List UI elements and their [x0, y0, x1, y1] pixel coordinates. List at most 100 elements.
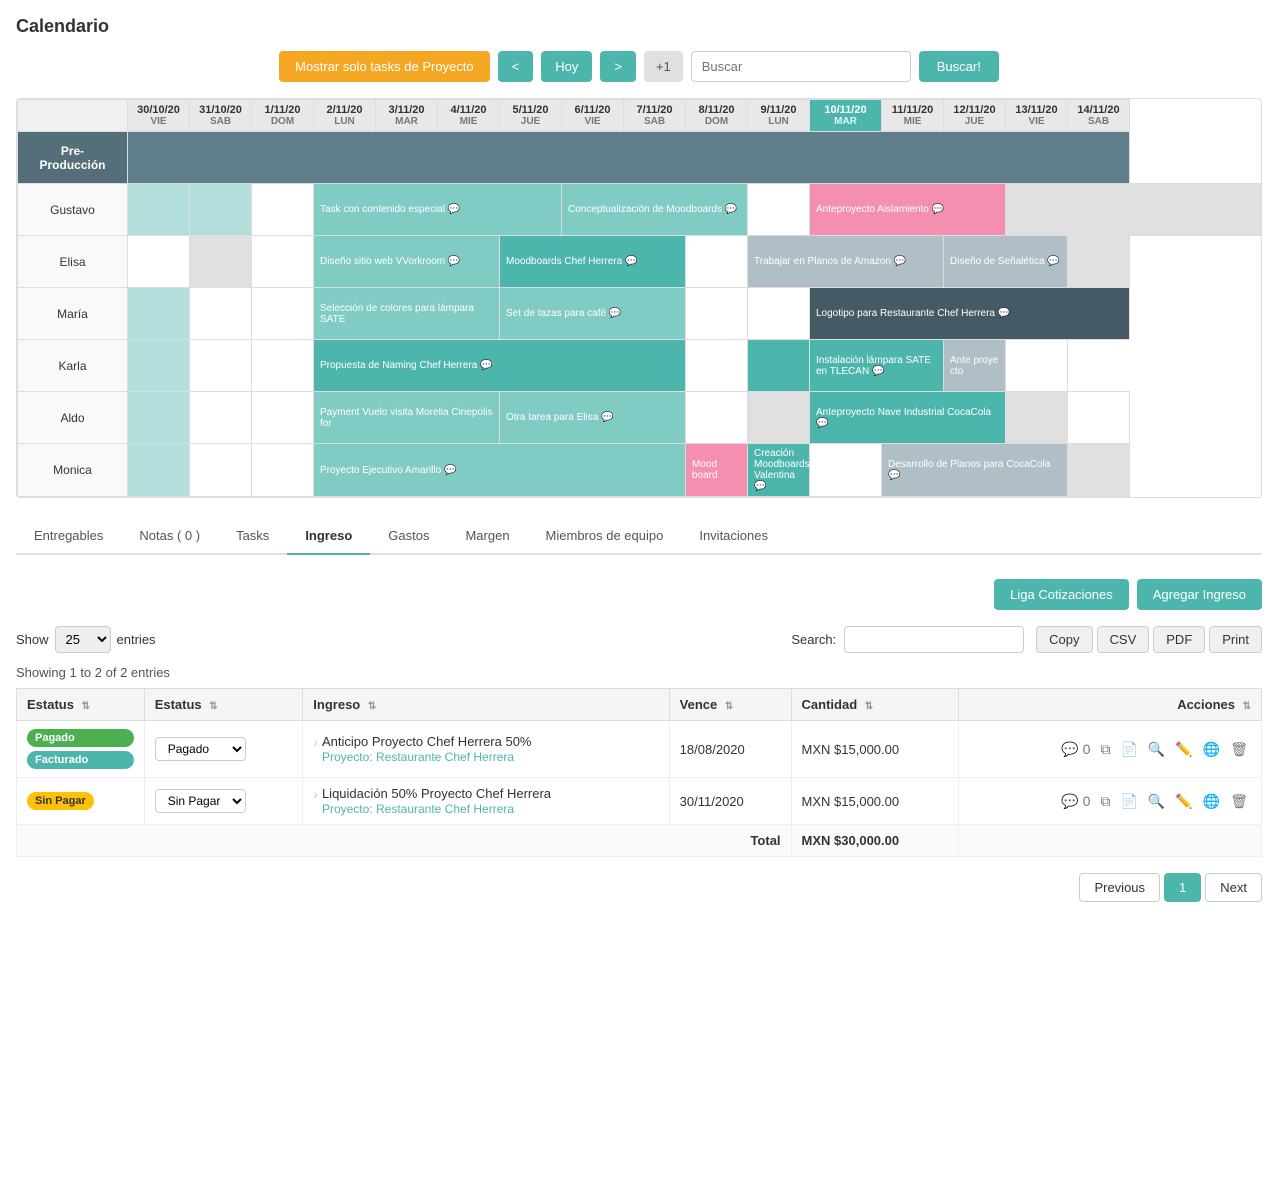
- gustavo-cell-task1: Task con contenido especial 💬: [314, 184, 562, 236]
- search-label: Search:: [791, 632, 836, 647]
- ingreso-title-cell-1: › Anticipo Proyecto Chef Herrera 50% Pro…: [303, 721, 669, 778]
- col-header-12: 11/11/20 MIE: [882, 100, 944, 132]
- comment-btn-1[interactable]: 💬 0: [1058, 738, 1093, 761]
- pdf-button[interactable]: PDF: [1153, 626, 1205, 653]
- plus-one-button[interactable]: +1: [644, 51, 683, 82]
- globe-btn-1[interactable]: 🌐: [1200, 738, 1223, 761]
- previous-button[interactable]: Previous: [1079, 873, 1160, 902]
- tab-miembros[interactable]: Miembros de equipo: [528, 518, 682, 555]
- entries-info: Showing 1 to 2 of 2 entries: [16, 665, 1262, 680]
- copy-button[interactable]: Copy: [1036, 626, 1092, 653]
- gustavo-cell-gray2: [1130, 184, 1261, 236]
- col-vence: Vence ⇅: [669, 689, 791, 721]
- tab-notas[interactable]: Notas ( 0 ): [121, 518, 218, 555]
- karla-cell-empty: [686, 340, 748, 392]
- calendar-search-input[interactable]: [691, 51, 911, 82]
- today-button[interactable]: Hoy: [541, 51, 592, 82]
- calendar-row-preproduccion: Pre-Producción: [18, 132, 1261, 184]
- tabs-bar: Entregables Notas ( 0 ) Tasks Ingreso Ga…: [16, 518, 1262, 555]
- globe-btn-2[interactable]: 🌐: [1200, 790, 1223, 813]
- delete-btn-1[interactable]: 🗑: [1227, 738, 1251, 761]
- calendar-row-karla: Karla Propuesta de Naming Chef Herrera 💬…: [18, 340, 1261, 392]
- edit-btn-2[interactable]: ✏️: [1172, 790, 1195, 813]
- aldo-cell-otra: Otra tarea para Elisa 💬: [500, 392, 686, 444]
- project-link-1[interactable]: Proyecto: Restaurante Chef Herrera: [322, 750, 514, 764]
- doc-btn-1[interactable]: 📄: [1117, 738, 1140, 761]
- table-search-row: Search:: [791, 626, 1024, 653]
- copy-action-btn-2[interactable]: ⧉: [1097, 790, 1113, 813]
- calendar-toolbar: Mostrar solo tasks de Proyecto < Hoy > +…: [16, 51, 1262, 82]
- maria-cell-logotipo: Logotipo para Restaurante Chef Herrera 💬: [810, 288, 1130, 340]
- tab-entregables[interactable]: Entregables: [16, 518, 121, 555]
- show-entries: Show 25 50 100 entries: [16, 626, 156, 653]
- search-action-btn-1[interactable]: 🔍: [1145, 738, 1168, 761]
- filter-button[interactable]: Mostrar solo tasks de Proyecto: [279, 51, 489, 82]
- copy-action-btn-1[interactable]: ⧉: [1097, 738, 1113, 761]
- status-dropdown-cell-2: Sin Pagar Pagado: [144, 778, 303, 825]
- tab-tasks[interactable]: Tasks: [218, 518, 287, 555]
- aldo-cell-empty: [686, 392, 748, 444]
- monica-cell-end: [1068, 444, 1130, 497]
- row-label-preproduccion: Pre-Producción: [18, 132, 128, 184]
- status-dropdown-cell-1: Pagado Sin Pagar: [144, 721, 303, 778]
- expand-icon-2[interactable]: ›: [313, 786, 318, 802]
- gustavo-cell-empty: [748, 184, 810, 236]
- comment-btn-2[interactable]: 💬 0: [1058, 790, 1093, 813]
- next-button[interactable]: Next: [1205, 873, 1262, 902]
- col-header-14: 13/11/20 VIE: [1006, 100, 1068, 132]
- prev-calendar-button[interactable]: <: [498, 51, 534, 82]
- table-row: Sin Pagar Sin Pagar Pagado › Liquidación…: [17, 778, 1262, 825]
- tab-gastos[interactable]: Gastos: [370, 518, 447, 555]
- liga-cotizaciones-button[interactable]: Liga Cotizaciones: [994, 579, 1129, 610]
- aldo-cell-payment: Payment Vuelo visita Morelia Cinepolis f…: [314, 392, 500, 444]
- maria-cell-tazas: Set de tazas para café 💬: [500, 288, 686, 340]
- col-header-9: 7/11/20 SAB: [624, 100, 686, 132]
- badge-pagado: Pagado: [27, 729, 134, 747]
- print-button[interactable]: Print: [1209, 626, 1262, 653]
- col-header-8: 6/11/20 VIE: [562, 100, 624, 132]
- total-label: Total: [17, 825, 792, 857]
- doc-btn-2[interactable]: 📄: [1117, 790, 1140, 813]
- entries-label: entries: [117, 632, 156, 647]
- calendar-section: 30/10/20 VIE 31/10/20 SAB 1/11/20 DOM 2/…: [16, 98, 1262, 498]
- tab-margen[interactable]: Margen: [447, 518, 527, 555]
- calendar-row-maria: María Selección de colores para lámpara …: [18, 288, 1261, 340]
- expand-icon-1[interactable]: ›: [313, 734, 318, 750]
- col-header-11: 9/11/20 LUN: [748, 100, 810, 132]
- calendar-row-elisa: Elisa Diseño sitio web VVorkroom 💬 Moodb…: [18, 236, 1261, 288]
- status-select-2[interactable]: Sin Pagar Pagado: [155, 789, 246, 813]
- maria-cell-empty2: [748, 288, 810, 340]
- search-button[interactable]: Buscar!: [919, 51, 999, 82]
- maria-cell-seleccion: Selección de colores para lámpara SATE: [314, 288, 500, 340]
- cantidad-cell-1: MXN $15,000.00: [791, 721, 959, 778]
- tab-ingreso[interactable]: Ingreso: [287, 518, 370, 555]
- project-link-2[interactable]: Proyecto: Restaurante Chef Herrera: [322, 802, 514, 816]
- tab-invitaciones[interactable]: Invitaciones: [681, 518, 786, 555]
- col-header-today: 10/11/20 MAR: [810, 100, 882, 132]
- monica-cell-empty: [810, 444, 882, 497]
- col-header-4: 2/11/20 LUN: [314, 100, 376, 132]
- table-search-input[interactable]: [844, 626, 1024, 653]
- acciones-cell-1: 💬 0 ⧉ 📄 🔍 ✏️ 🌐 🗑: [959, 721, 1262, 778]
- show-label: Show: [16, 632, 49, 647]
- col-header-5: 3/11/20 MAR: [376, 100, 438, 132]
- csv-button[interactable]: CSV: [1097, 626, 1150, 653]
- col-header-6: 4/11/20 MIE: [438, 100, 500, 132]
- agregar-ingreso-button[interactable]: Agregar Ingreso: [1137, 579, 1262, 610]
- next-calendar-button[interactable]: >: [600, 51, 636, 82]
- ingreso-title-1: Anticipo Proyecto Chef Herrera 50%: [322, 734, 532, 749]
- page-title: Calendario: [16, 16, 1262, 37]
- monica-cell-3: [252, 444, 314, 497]
- elisa-cell-3: [252, 236, 314, 288]
- delete-btn-2[interactable]: 🗑: [1227, 790, 1251, 813]
- status-select-1[interactable]: Pagado Sin Pagar: [155, 737, 246, 761]
- row-label-monica: Monica: [18, 444, 128, 497]
- export-buttons: Copy CSV PDF Print: [1036, 626, 1262, 653]
- elisa-cell-end: [1068, 236, 1130, 288]
- search-action-btn-2[interactable]: 🔍: [1145, 790, 1168, 813]
- page-1-button[interactable]: 1: [1164, 873, 1201, 902]
- aldo-cell-end2: [1068, 392, 1130, 444]
- edit-btn-1[interactable]: ✏️: [1172, 738, 1195, 761]
- karla-cell-propuesta: Propuesta de Naming Chef Herrera 💬: [314, 340, 686, 392]
- entries-select[interactable]: 25 50 100: [55, 626, 111, 653]
